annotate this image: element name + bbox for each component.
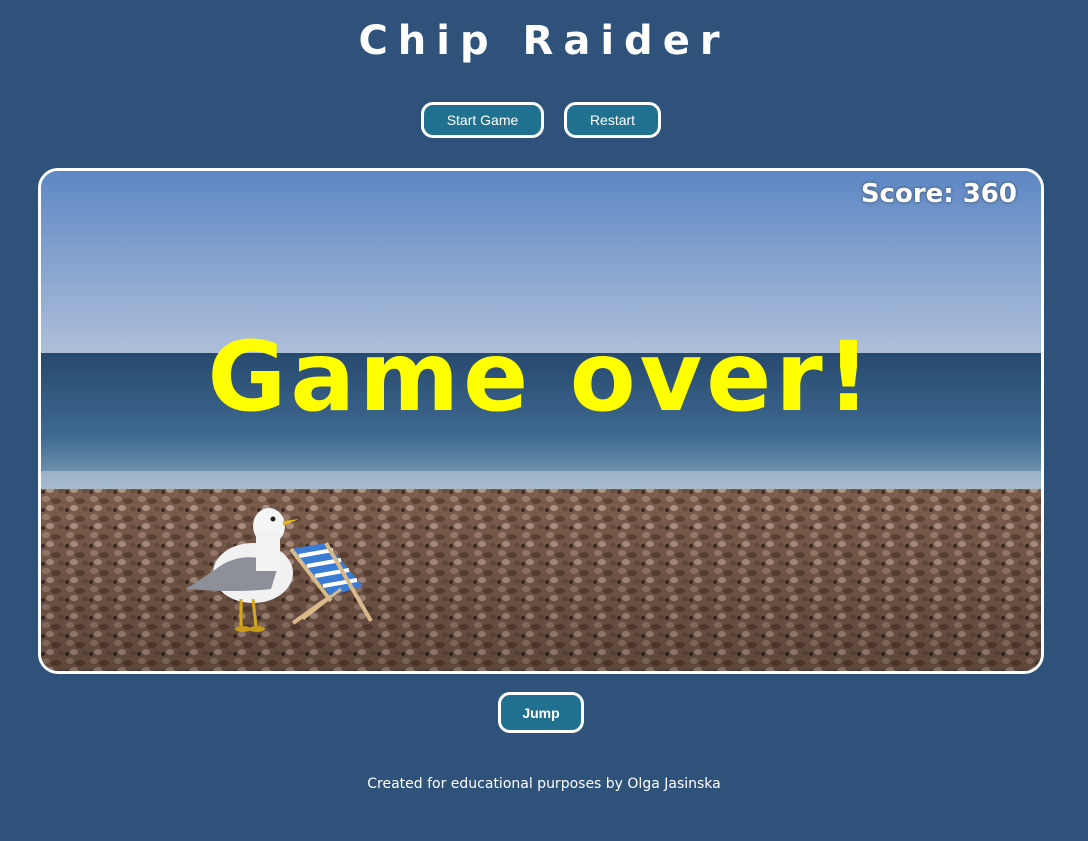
game-canvas[interactable]: Score: 360 Game over! (38, 168, 1044, 674)
start-game-button[interactable]: Start Game (421, 102, 544, 138)
game-over-message: Game over! (207, 321, 875, 433)
score-display: Score: 360 (860, 179, 1017, 209)
footer-credit: Created for educational purposes by Olga… (367, 776, 721, 792)
jump-button[interactable]: Jump (498, 692, 584, 733)
restart-button[interactable]: Restart (564, 102, 661, 138)
game-title: Chip Raider (358, 18, 730, 64)
